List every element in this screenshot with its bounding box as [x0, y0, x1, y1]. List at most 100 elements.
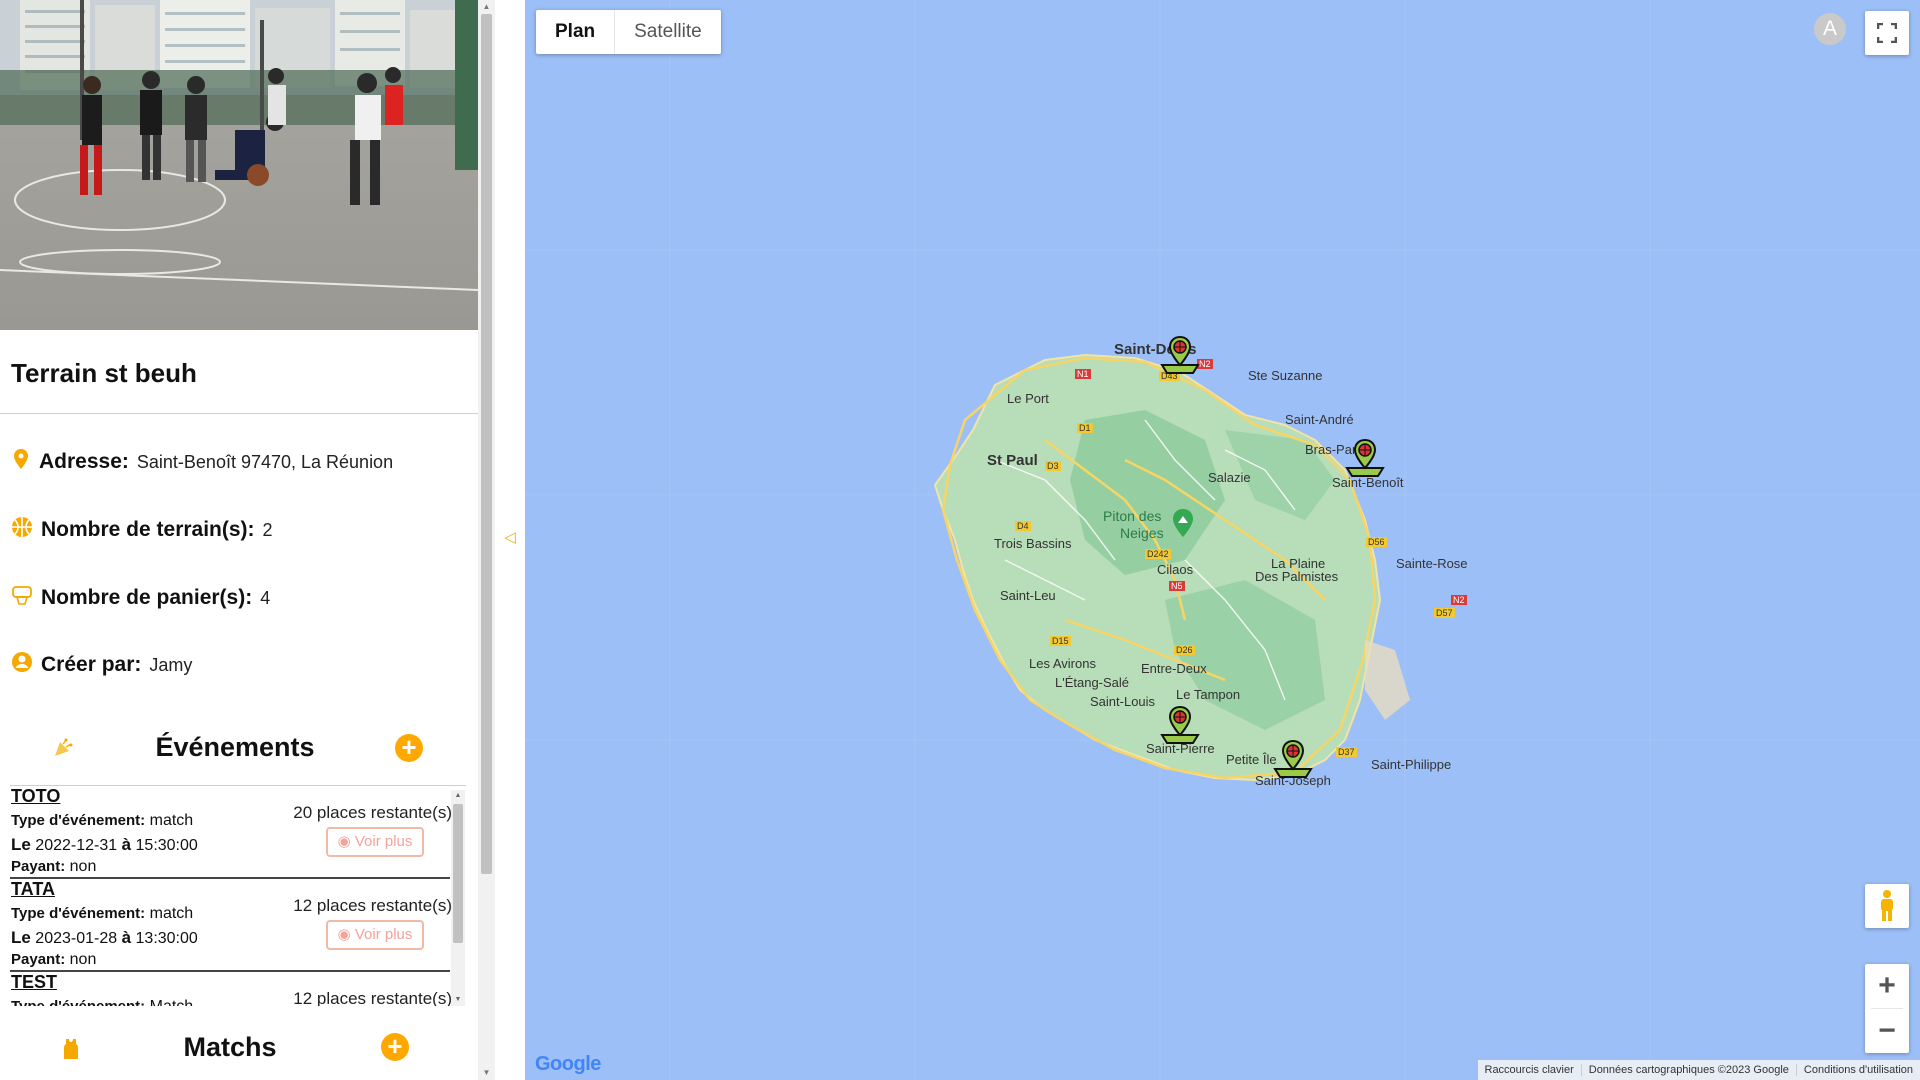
event-paid-label: Payant: [11, 858, 66, 875]
event-date: 2022-12-31 [35, 837, 118, 854]
event-at: à [121, 835, 132, 854]
courts-label: Nombre de terrain(s): [41, 518, 255, 541]
place-label: Sainte-Rose [1396, 556, 1468, 571]
scroll-up-arrow-icon[interactable]: ▲ [451, 790, 465, 802]
road-shield: D3 [1045, 461, 1061, 471]
road-shield: N2 [1451, 595, 1467, 605]
user-circle-icon [11, 651, 33, 679]
zoom-out-button[interactable]: − [1865, 1009, 1909, 1053]
terms-link[interactable]: Conditions d'utilisation [1795, 1064, 1920, 1076]
mountain-marker-icon[interactable] [1171, 508, 1195, 543]
event-name: TATA [11, 879, 55, 899]
event-at: à [121, 928, 132, 947]
zoom-control: + − [1865, 964, 1909, 1053]
collapse-panel-icon[interactable]: ◁ [500, 528, 520, 548]
fullscreen-button[interactable] [1865, 11, 1909, 55]
keyboard-shortcuts-link[interactable]: Raccourcis clavier [1478, 1064, 1581, 1076]
event-item: TOTO Type d'événement: match Le 2022-12-… [10, 786, 452, 879]
event-name: TEST [11, 972, 58, 992]
street-view-pegman[interactable] [1865, 884, 1909, 928]
see-more-label: Voir plus [354, 833, 413, 850]
place-label: Cilaos [1157, 562, 1194, 577]
map-view[interactable]: Saint-Denis Ste Suzanne Le Port Saint-An… [525, 0, 1920, 1080]
place-label: Saint-André [1285, 412, 1354, 427]
event-name: TOTO [11, 786, 61, 806]
creator-label: Créer par: [41, 653, 142, 676]
place-label: Ste Suzanne [1248, 368, 1323, 383]
event-item: TATA Type d'événement: match Le 2023-01-… [10, 879, 452, 972]
map-labels: Saint-Denis Ste Suzanne Le Port Saint-An… [525, 0, 1920, 1080]
matchs-header: Matchs + [0, 1026, 478, 1070]
road-shield: D15 [1050, 636, 1071, 646]
baskets-value: 4 [260, 587, 271, 608]
place-label: L'Étang-Salé [1055, 675, 1130, 690]
terrain-panel: Terrain st beuh Adresse: Saint-Benoît 97… [0, 0, 478, 1080]
place-label: Saint-Leu [1000, 588, 1056, 603]
event-places: 12 places restante(s) [293, 896, 452, 915]
event-places: 12 places restante(s) [293, 989, 452, 1006]
road-shield: D242 [1145, 549, 1171, 559]
court-marker-icon[interactable] [1158, 705, 1202, 750]
terrain-title: Terrain st beuh [11, 358, 197, 388]
place-label: Le Port [1007, 391, 1049, 406]
scroll-down-arrow-icon[interactable]: ▼ [451, 994, 465, 1006]
events-scrollbar[interactable]: ▲ ▼ [451, 790, 465, 1006]
court-marker-icon[interactable] [1343, 438, 1387, 483]
place-label: St Paul [987, 452, 1038, 469]
road-shield: N1 [1075, 369, 1091, 379]
event-date-prefix: Le [11, 928, 31, 947]
place-label: Neiges [1120, 525, 1164, 541]
zoom-in-button[interactable]: + [1865, 964, 1909, 1008]
event-date: 2023-01-28 [35, 930, 118, 947]
scroll-down-arrow-icon[interactable]: ▼ [478, 1066, 495, 1080]
road-shield: D57 [1434, 608, 1455, 618]
event-type-label: Type d'événement: [11, 905, 146, 922]
basket-hoop-icon [11, 584, 33, 612]
address-value: Saint-Benoît 97470, La Réunion [136, 451, 394, 472]
see-more-button[interactable]: ◉ Voir plus [326, 920, 424, 950]
baskets-label: Nombre de panier(s): [41, 586, 253, 609]
court-marker-icon[interactable] [1271, 739, 1315, 784]
event-places: 20 places restante(s) [293, 803, 452, 822]
map-type-satellite-button[interactable]: Satellite [615, 10, 721, 54]
event-paid-value: non [69, 951, 97, 968]
place-label: Les Avirons [1029, 656, 1096, 671]
road-shield: D37 [1336, 747, 1357, 757]
map-type-plan-button[interactable]: Plan [536, 10, 616, 54]
event-type-label: Type d'événement: [11, 998, 145, 1006]
panel-scrollbar[interactable]: ▲ ▼ [478, 0, 495, 1080]
creator-value: Jamy [149, 654, 193, 675]
basketball-icon: ◉ [337, 833, 351, 850]
add-match-button[interactable]: + [381, 1033, 409, 1061]
google-logo[interactable]: Google [535, 1053, 601, 1076]
event-paid-label: Payant: [11, 951, 66, 968]
avatar[interactable]: A [1814, 13, 1846, 45]
place-label: Petite Île [1226, 752, 1277, 767]
place-label: Saint-Louis [1090, 694, 1156, 709]
place-label: Piton des [1103, 508, 1162, 524]
court-marker-icon[interactable] [1158, 335, 1202, 380]
events-header: Événements + [0, 726, 478, 770]
place-label: Saint-Philippe [1371, 757, 1452, 772]
scroll-up-arrow-icon[interactable]: ▲ [478, 0, 495, 14]
road-shield: D4 [1015, 521, 1031, 531]
courts-value: 2 [262, 519, 273, 540]
divider [0, 413, 478, 414]
road-shield: N5 [1169, 581, 1185, 591]
place-label: Entre-Deux [1141, 661, 1207, 676]
road-shield: D26 [1174, 645, 1195, 655]
add-event-button[interactable]: + [395, 734, 423, 762]
event-type-label: Type d'événement: [11, 812, 146, 829]
place-label: Le Tampon [1176, 687, 1241, 702]
event-time: 15:30:00 [135, 837, 198, 854]
panel-scroll-thumb[interactable] [481, 14, 492, 874]
address-label: Adresse: [39, 450, 129, 473]
events-list[interactable]: TOTO Type d'événement: match Le 2022-12-… [10, 786, 466, 1006]
place-label: Salazie [1208, 470, 1251, 485]
events-scroll-thumb[interactable] [453, 804, 463, 943]
event-item: TEST Type d'événement: Match 12 places r… [10, 972, 452, 1006]
fullscreen-icon [1876, 22, 1898, 48]
event-type-value: match [149, 812, 194, 829]
courts-row: Nombre de terrain(s): 2 [11, 516, 273, 544]
see-more-button[interactable]: ◉ Voir plus [326, 827, 424, 857]
